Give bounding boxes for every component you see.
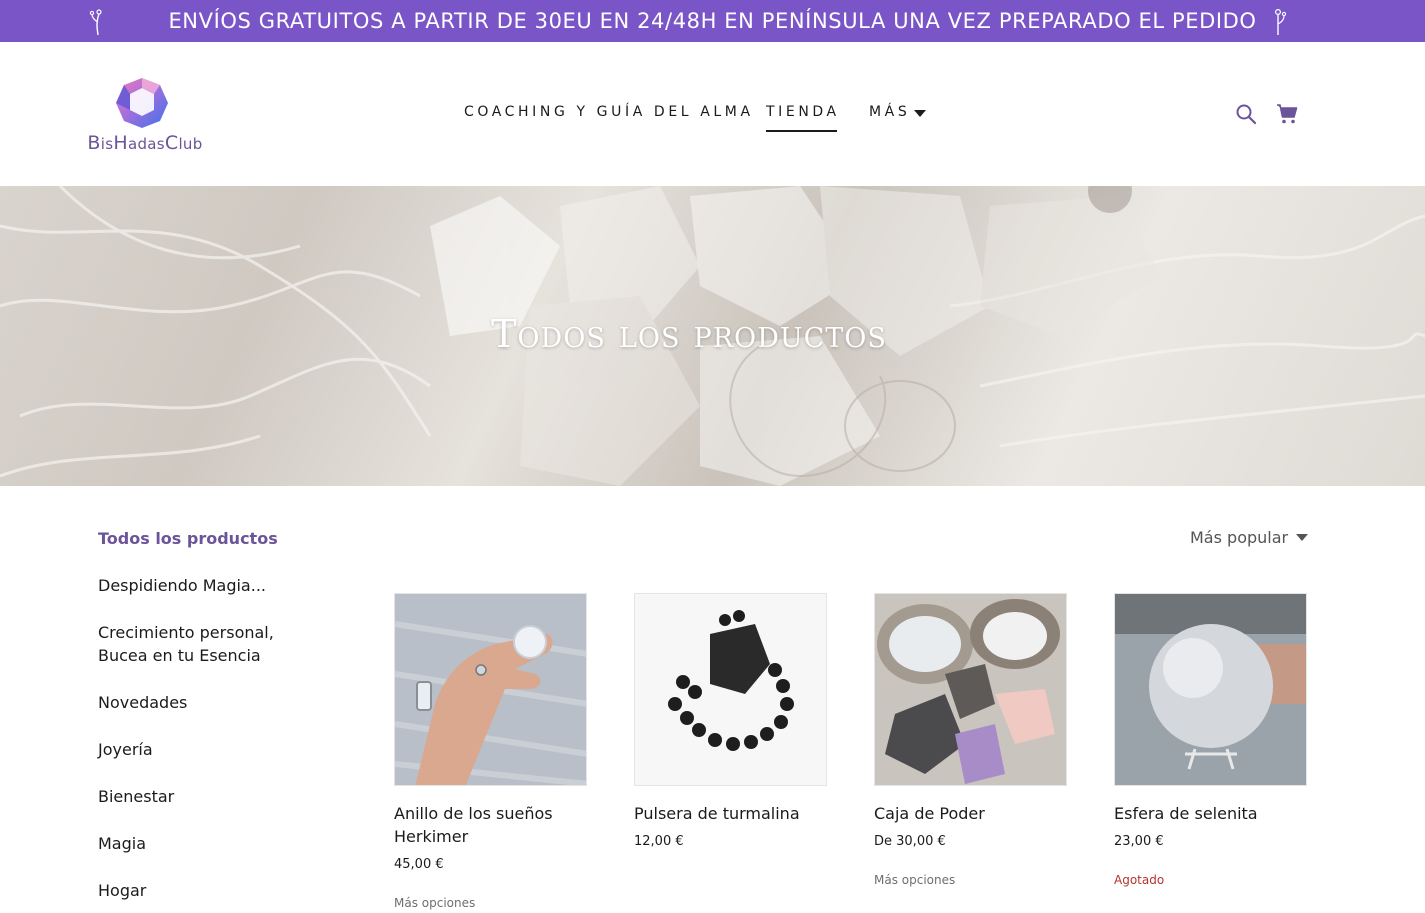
product-name[interactable]: Caja de Poder xyxy=(874,802,1069,825)
sold-out-badge: Agotado xyxy=(1114,873,1165,887)
flower-sprig-icon xyxy=(89,9,102,36)
product-price: 12,00 € xyxy=(634,834,684,849)
sort-dropdown[interactable]: Más popular xyxy=(1190,528,1309,547)
category-crecimiento-personal[interactable]: Crecimiento personal, Bucea en tu Esenci… xyxy=(98,621,328,667)
hero-banner: Todos los productos xyxy=(0,186,1425,486)
ring-photo xyxy=(395,594,586,785)
product-card[interactable]: Caja de Poder De 30,00 € Más opciones xyxy=(874,593,1069,887)
site-header: BisHadasClub Coaching y guía del alma Ti… xyxy=(0,42,1425,186)
category-bienestar[interactable]: Bienestar xyxy=(98,785,328,808)
category-joyeria[interactable]: Joyería xyxy=(98,738,328,761)
category-todos-los-productos[interactable]: Todos los productos xyxy=(98,527,328,550)
promo-text: ENVÍOS GRATUITOS A PARTIR DE 30EU EN 24/… xyxy=(168,9,1257,33)
logo-wordmark: BisHadasClub xyxy=(87,132,203,154)
gem-logo-icon xyxy=(116,78,168,128)
geode-photo xyxy=(875,594,1066,785)
category-hogar[interactable]: Hogar xyxy=(98,879,328,902)
product-card[interactable]: Anillo de los sueños Herkimer 45,00 € Má… xyxy=(394,593,589,910)
product-price: 45,00 € xyxy=(394,857,444,872)
caret-down-icon xyxy=(1296,534,1309,541)
site-logo[interactable]: BisHadasClub xyxy=(80,76,210,154)
caret-down-icon xyxy=(914,110,927,117)
more-options-link[interactable]: Más opciones xyxy=(394,896,589,910)
product-image[interactable] xyxy=(874,593,1067,786)
more-options-link[interactable]: Más opciones xyxy=(874,873,1069,887)
category-despidiendo-magia[interactable]: Despidiendo Magia... xyxy=(98,574,328,597)
product-name[interactable]: Esfera de selenita xyxy=(1114,802,1309,825)
product-card[interactable]: Pulsera de turmalina 12,00 € xyxy=(634,593,829,849)
category-magia[interactable]: Magia xyxy=(98,832,328,855)
sort-label: Más popular xyxy=(1190,528,1289,547)
hero-title: Todos los productos xyxy=(491,312,887,356)
product-name[interactable]: Anillo de los sueños Herkimer xyxy=(394,802,589,848)
product-price: 23,00 € xyxy=(1114,834,1164,849)
nav-mas[interactable]: Más xyxy=(869,104,927,132)
flower-sprig-icon xyxy=(1275,8,1287,36)
product-price: De 30,00 € xyxy=(874,834,946,849)
bracelet-photo xyxy=(635,594,826,785)
nav-tienda[interactable]: Tienda xyxy=(766,104,840,132)
cart-icon[interactable] xyxy=(1275,102,1299,126)
product-image[interactable] xyxy=(1114,593,1307,786)
promo-bar: ENVÍOS GRATUITOS A PARTIR DE 30EU EN 24/… xyxy=(0,0,1425,42)
product-card[interactable]: Esfera de selenita 23,00 € Agotado xyxy=(1114,593,1309,887)
search-icon[interactable] xyxy=(1234,102,1258,126)
category-novedades[interactable]: Novedades xyxy=(98,691,328,714)
nav-coaching[interactable]: Coaching y guía del alma xyxy=(464,104,754,132)
product-name[interactable]: Pulsera de turmalina xyxy=(634,802,829,825)
product-image[interactable] xyxy=(394,593,587,786)
selenite-sphere-photo xyxy=(1115,594,1306,785)
product-image[interactable] xyxy=(634,593,827,786)
